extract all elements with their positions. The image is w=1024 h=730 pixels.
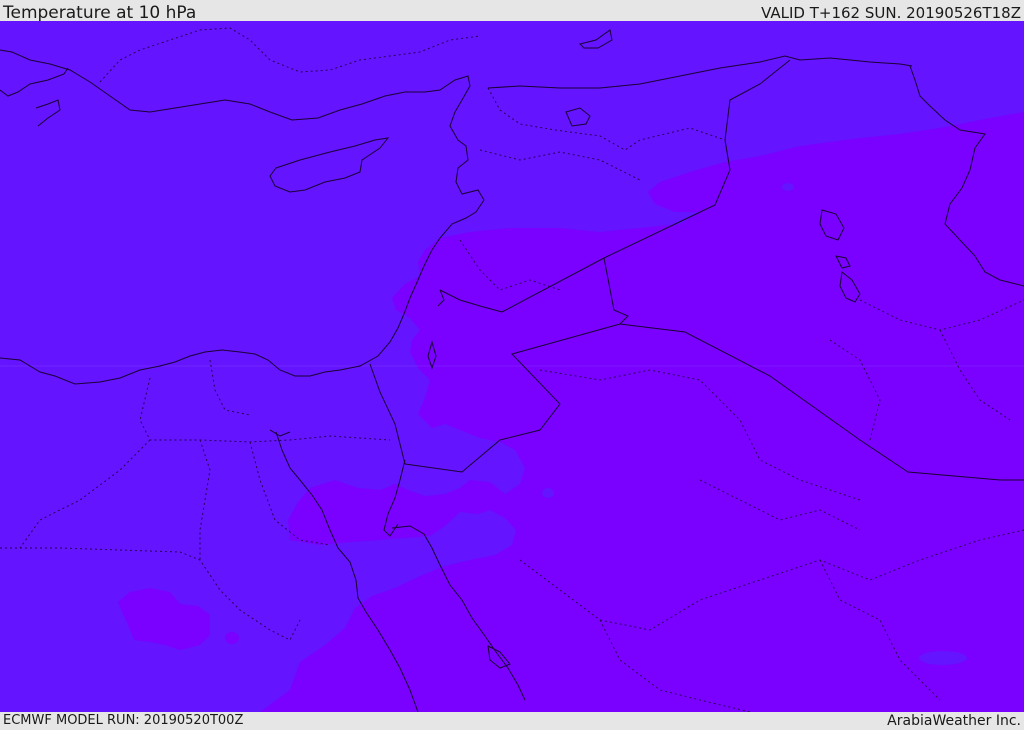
temperature-field-cool-patch-2 xyxy=(782,183,794,191)
temperature-field-cool-patch-3 xyxy=(542,488,554,498)
weather-map[interactable] xyxy=(0,21,1024,712)
header-bar: Temperature at 10 hPa VALID T+162 SUN. 2… xyxy=(0,0,1024,23)
temperature-field-cool-patch xyxy=(919,651,967,665)
credit-label: ArabiaWeather Inc. xyxy=(887,713,1021,729)
footer-bar: ECMWF MODEL RUN: 20190520T00Z ArabiaWeat… xyxy=(0,712,1024,729)
model-run-label: ECMWF MODEL RUN: 20190520T00Z xyxy=(3,713,244,728)
map-canvas xyxy=(0,21,1024,712)
temperature-field-warm-dot xyxy=(225,632,239,644)
